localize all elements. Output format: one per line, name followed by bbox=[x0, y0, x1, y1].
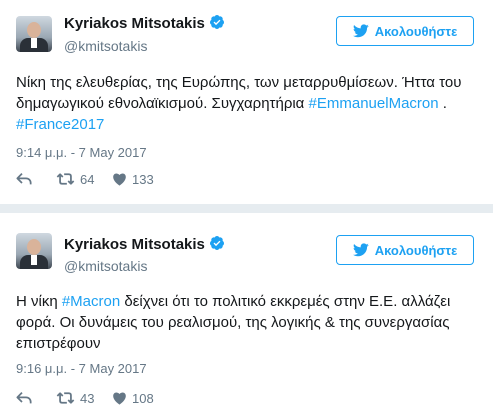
reply-icon bbox=[16, 392, 32, 404]
author-handle[interactable]: @kmitsotakis bbox=[64, 38, 147, 54]
follow-button[interactable]: Ακολουθήστε bbox=[336, 235, 474, 265]
heart-icon bbox=[113, 173, 126, 186]
like-button[interactable]: 133 bbox=[112, 172, 154, 187]
verified-badge-icon bbox=[209, 236, 224, 250]
heart-icon bbox=[113, 392, 126, 405]
reply-icon bbox=[16, 173, 32, 185]
tweet-text: Η νίκη #Macron δείχνει ότι το πολιτικό ε… bbox=[16, 293, 451, 352]
author-name[interactable]: Kyriakos Mitsotakis bbox=[64, 14, 225, 32]
like-count: 108 bbox=[132, 390, 154, 406]
avatar[interactable] bbox=[16, 233, 52, 269]
hashtag-link[interactable]: #France2017 bbox=[16, 116, 104, 133]
reply-button[interactable] bbox=[16, 391, 56, 405]
author-handle[interactable]: @kmitsotakis bbox=[64, 258, 147, 274]
reply-button[interactable] bbox=[16, 172, 56, 186]
retweet-icon bbox=[56, 173, 75, 185]
tweet-text: Νίκη της ελευθερίας, της Ευρώπης, των με… bbox=[16, 74, 462, 133]
retweet-icon bbox=[56, 392, 75, 404]
hashtag-link[interactable]: #Macron bbox=[62, 293, 120, 310]
retweet-button[interactable]: 64 bbox=[56, 172, 112, 187]
like-count: 133 bbox=[132, 171, 154, 187]
tweet-divider bbox=[0, 204, 493, 213]
verified-badge-icon bbox=[209, 15, 224, 29]
twitter-bird-icon bbox=[352, 24, 369, 38]
follow-button[interactable]: Ακολουθήστε bbox=[336, 16, 474, 46]
twitter-bird-icon bbox=[352, 243, 369, 257]
tweet-card-2: Kyriakos Mitsotakis @kmitsotakis Ακολουθ… bbox=[0, 213, 493, 420]
hashtag-link[interactable]: #EmmanuelMacron bbox=[309, 95, 439, 112]
author-name[interactable]: Kyriakos Mitsotakis bbox=[64, 235, 225, 253]
follow-label: Ακολουθήστε bbox=[374, 23, 458, 39]
tweet-actions: 64 133 bbox=[16, 169, 154, 189]
tweet-timestamp[interactable]: 9:16 μ.μ. - 7 May 2017 bbox=[16, 361, 147, 376]
follow-label: Ακολουθήστε bbox=[374, 242, 458, 258]
tweet-card-1: Kyriakos Mitsotakis @kmitsotakis Ακολουθ… bbox=[0, 0, 493, 204]
retweet-button[interactable]: 43 bbox=[56, 391, 112, 406]
avatar[interactable] bbox=[16, 16, 52, 52]
like-button[interactable]: 108 bbox=[112, 391, 154, 406]
tweet-timestamp[interactable]: 9:14 μ.μ. - 7 May 2017 bbox=[16, 145, 147, 160]
retweet-count: 43 bbox=[80, 390, 95, 406]
tweet-actions: 43 108 bbox=[16, 388, 154, 408]
retweet-count: 64 bbox=[80, 171, 95, 187]
